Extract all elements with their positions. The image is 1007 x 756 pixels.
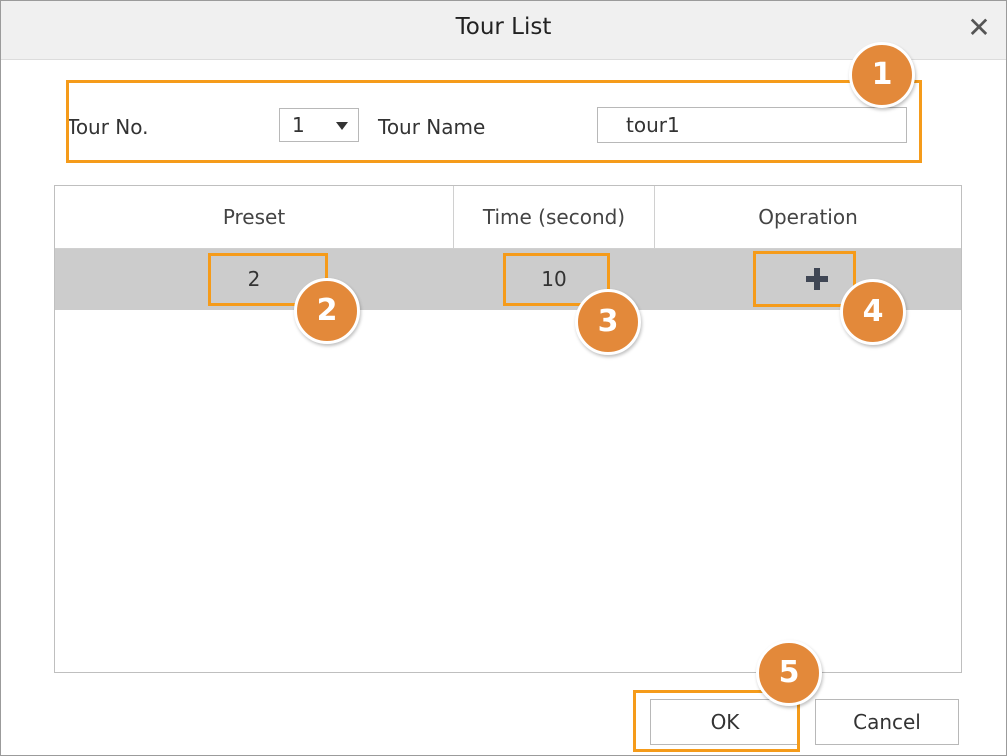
callout-badge-4: 4 (840, 279, 906, 345)
tour-no-label: Tour No. (67, 115, 149, 139)
tour-no-select[interactable]: 1 (279, 108, 359, 142)
plus-icon[interactable] (803, 265, 831, 293)
ok-button[interactable]: OK (650, 699, 800, 745)
column-header-operation: Operation (758, 205, 858, 229)
tour-no-value: 1 (292, 113, 305, 137)
cancel-button[interactable]: Cancel (815, 699, 959, 745)
callout-badge-1: 1 (849, 42, 915, 108)
callout-badge-5: 5 (756, 640, 822, 706)
callout-badge-3: 3 (575, 289, 641, 355)
table-header: Preset Time (second) Operation (55, 186, 961, 249)
column-header-preset: Preset (222, 205, 286, 229)
preset-cell[interactable]: 2 (55, 249, 453, 310)
preset-table: Preset Time (second) Operation 2 10 (54, 185, 962, 673)
dialog-title: Tour List (455, 14, 552, 40)
tour-name-label: Tour Name (378, 115, 486, 139)
callout-badge-2: 2 (294, 278, 360, 344)
table-row[interactable]: 2 10 (55, 249, 961, 310)
column-header-time: Time (second) (482, 205, 626, 229)
tour-name-input[interactable] (597, 107, 907, 143)
dropdown-arrow-icon (336, 122, 348, 130)
close-icon[interactable]: ✕ (962, 11, 996, 45)
tour-list-dialog: Tour List ✕ Tour No. 1 Tour Name Preset … (0, 0, 1007, 756)
title-bar: Tour List ✕ (1, 1, 1006, 60)
